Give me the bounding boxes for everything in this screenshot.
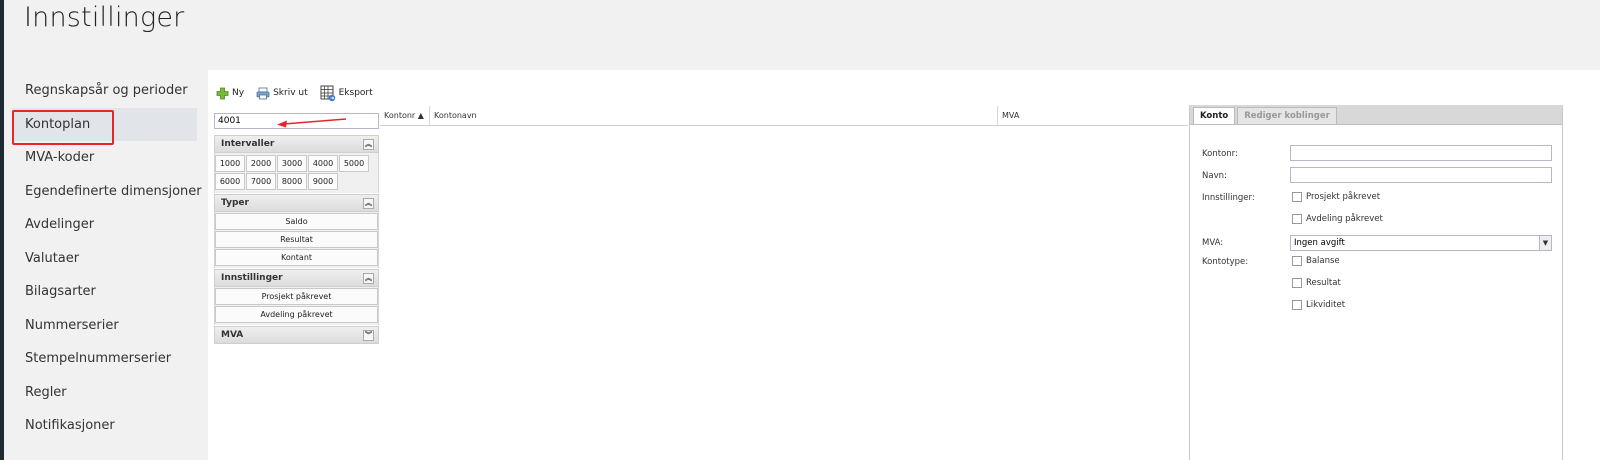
resultat-checkbox-row[interactable]: Resultat	[1292, 278, 1341, 288]
tab-konto[interactable]: Konto	[1193, 107, 1236, 124]
type-filter-resultat[interactable]: Resultat	[215, 231, 378, 248]
prosjekt-checkbox[interactable]	[1292, 192, 1302, 202]
window-edge	[0, 0, 4, 460]
intervals-title: Intervaller	[221, 139, 275, 149]
interval-button[interactable]: 4000	[308, 155, 338, 172]
interval-button[interactable]: 9000	[308, 173, 338, 190]
types-body: Saldo Resultat Kontant	[214, 212, 379, 268]
sidebar-item-bilagsarter[interactable]: Bilagsarter	[12, 275, 197, 309]
navn-field[interactable]	[1290, 167, 1552, 183]
collapse-icon[interactable]: ︽	[363, 138, 374, 150]
likviditet-checkbox-label: Likviditet	[1306, 300, 1346, 310]
intervals-body: 1000 2000 3000 4000 5000 6000 7000 8000 …	[214, 153, 379, 193]
type-filter-kontant[interactable]: Kontant	[215, 249, 378, 266]
sidebar-item-egendefinerte-dimensjoner[interactable]: Egendefinerte dimensjoner	[12, 175, 202, 209]
new-button[interactable]: Ny	[216, 87, 244, 100]
plus-icon	[216, 87, 229, 100]
interval-button[interactable]: 8000	[277, 173, 307, 190]
sidebar-item-nummerserier[interactable]: Nummerserier	[12, 309, 197, 343]
intervals-header[interactable]: Intervaller ︽	[214, 135, 379, 153]
tab-rediger-koblinger[interactable]: Rediger koblinger	[1237, 107, 1337, 124]
annotation-arrow-icon	[277, 118, 347, 128]
expand-icon[interactable]: ︾	[363, 329, 374, 341]
likviditet-checkbox-row[interactable]: Likviditet	[1292, 300, 1345, 310]
sidebar-item-regnskapsar[interactable]: Regnskapsår og perioder	[12, 74, 197, 108]
toolbar: Ny Skriv ut Eksport	[216, 84, 385, 102]
interval-button[interactable]: 1000	[215, 155, 245, 172]
interval-grid: 1000 2000 3000 4000 5000 6000 7000 8000 …	[215, 154, 378, 192]
prosjekt-checkbox-label: Prosjekt påkrevet	[1306, 192, 1381, 202]
collapse-icon[interactable]: ︽	[363, 272, 374, 284]
avdeling-checkbox-row[interactable]: Avdeling påkrevet	[1292, 214, 1383, 224]
prosjekt-checkbox-row[interactable]: Prosjekt påkrevet	[1292, 192, 1380, 202]
collapse-icon[interactable]: ︽	[363, 197, 374, 209]
balanse-checkbox-label: Balanse	[1306, 256, 1340, 266]
settings-nav: Regnskapsår og perioder Kontoplan MVA-ko…	[12, 74, 202, 443]
balanse-checkbox-row[interactable]: Balanse	[1292, 256, 1340, 266]
content-area: Ny Skriv ut Eksport Intervaller ︽ 1000	[208, 70, 1600, 460]
printer-icon	[256, 87, 270, 100]
grid-header: Kontonr ▲ Kontonavn MVA	[380, 106, 1188, 126]
interval-button[interactable]: 3000	[277, 155, 307, 172]
kontonr-field[interactable]	[1290, 145, 1552, 161]
types-header[interactable]: Typer ︽	[214, 194, 379, 212]
mva-select[interactable]: Ingen avgift ▼	[1290, 235, 1552, 251]
mva-filter-header[interactable]: MVA ︾	[214, 326, 379, 344]
resultat-checkbox-label: Resultat	[1306, 278, 1341, 288]
settings-filter-header[interactable]: Innstillinger ︽	[214, 269, 379, 287]
interval-button[interactable]: 2000	[246, 155, 276, 172]
resultat-checkbox[interactable]	[1292, 278, 1302, 288]
interval-button[interactable]: 5000	[339, 155, 369, 172]
balanse-checkbox[interactable]	[1292, 256, 1302, 266]
innstillinger-label: Innstillinger:	[1202, 193, 1255, 203]
account-detail-panel: Konto Rediger koblinger Kontonr: Navn: I…	[1189, 105, 1563, 460]
print-button[interactable]: Skriv ut	[256, 87, 308, 100]
print-button-label: Skriv ut	[273, 88, 308, 98]
sidebar-item-stempelnummerserier[interactable]: Stempelnummerserier	[12, 342, 197, 376]
sidebar-item-mva-koder[interactable]: MVA-koder	[12, 141, 197, 175]
interval-button[interactable]: 7000	[246, 173, 276, 190]
kontonr-label: Kontonr:	[1202, 149, 1238, 159]
export-button-label: Eksport	[338, 88, 373, 98]
column-header-kontonavn[interactable]: Kontonavn	[430, 106, 998, 125]
detail-tab-strip: Konto Rediger koblinger	[1190, 105, 1562, 125]
column-header-kontonr[interactable]: Kontonr ▲	[380, 106, 430, 125]
page-title: Innstillinger	[24, 2, 185, 33]
sidebar-item-avdelinger[interactable]: Avdelinger	[12, 208, 197, 242]
sort-asc-icon: ▲	[417, 111, 424, 120]
sidebar-item-regler[interactable]: Regler	[12, 376, 197, 410]
mva-filter-title: MVA	[221, 330, 244, 340]
filter-panel: Intervaller ︽ 1000 2000 3000 4000 5000 6…	[214, 134, 379, 344]
new-button-label: Ny	[232, 88, 245, 98]
chevron-down-icon[interactable]: ▼	[1539, 236, 1551, 250]
settings-filter-prosjekt[interactable]: Prosjekt påkrevet	[215, 288, 378, 305]
column-header-mva[interactable]: MVA	[998, 106, 1188, 125]
settings-filter-title: Innstillinger	[221, 273, 283, 283]
export-button[interactable]: Eksport	[320, 85, 373, 102]
avdeling-checkbox-label: Avdeling påkrevet	[1306, 214, 1383, 224]
mva-select-value: Ingen avgift	[1294, 238, 1345, 248]
spreadsheet-export-icon	[320, 85, 336, 102]
kontotype-label: Kontotype:	[1202, 257, 1249, 267]
settings-filter-body: Prosjekt påkrevet Avdeling påkrevet	[214, 287, 379, 325]
navn-label: Navn:	[1202, 171, 1227, 181]
sidebar-item-valutaer[interactable]: Valutaer	[12, 242, 197, 276]
settings-filter-avdeling[interactable]: Avdeling påkrevet	[215, 306, 378, 323]
likviditet-checkbox[interactable]	[1292, 300, 1302, 310]
sidebar-item-notifikasjoner[interactable]: Notifikasjoner	[12, 409, 197, 443]
types-title: Typer	[221, 198, 249, 208]
sidebar-item-kontoplan[interactable]: Kontoplan	[12, 107, 197, 141]
avdeling-checkbox[interactable]	[1292, 214, 1302, 224]
interval-button[interactable]: 6000	[215, 173, 245, 190]
type-filter-saldo[interactable]: Saldo	[215, 213, 378, 230]
mva-label: MVA:	[1202, 238, 1224, 248]
